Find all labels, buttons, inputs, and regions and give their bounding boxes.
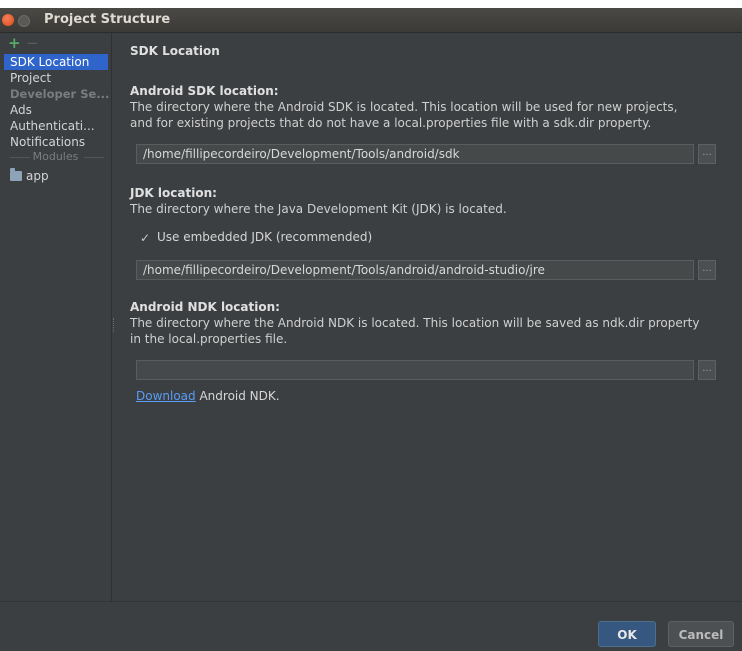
sidebar-item-project[interactable]: Project — [0, 70, 111, 86]
android-sdk-description-line1: The directory where the Android SDK is l… — [130, 100, 678, 114]
android-sdk-description: The directory where the Android SDK is l… — [130, 99, 720, 131]
embedded-jdk-checkbox[interactable]: ✓ — [140, 232, 151, 244]
download-ndk-row: Download Android NDK. — [136, 389, 280, 403]
project-structure-dialog: Project Structure + − SDK Location Proje… — [0, 8, 742, 651]
sidebar: + − SDK Location Project Developer Se...… — [0, 33, 112, 601]
minimize-window-icon[interactable] — [18, 15, 30, 27]
jdk-description: The directory where the Java Development… — [130, 202, 507, 216]
android-sdk-path-field[interactable]: /home/fillipecordeiro/Development/Tools/… — [136, 144, 694, 164]
module-label: app — [26, 169, 49, 183]
jdk-heading: JDK location: — [130, 186, 217, 200]
sidebar-toolbar: + − — [0, 33, 111, 53]
ok-button[interactable]: OK — [598, 621, 656, 647]
android-ndk-description-line2: in the local.properties file. — [130, 332, 288, 346]
embedded-jdk-label: Use embedded JDK (recommended) — [157, 230, 373, 244]
embedded-jdk-checkbox-row[interactable]: ✓ Use embedded JDK (recommended) — [140, 230, 372, 244]
panel-title: SDK Location — [130, 44, 220, 58]
close-window-icon[interactable] — [2, 14, 14, 26]
download-ndk-suffix: Android NDK. — [195, 389, 280, 403]
sdk-location-panel: SDK Location Android SDK location: The d… — [118, 33, 738, 601]
sidebar-item-ads[interactable]: Ads — [0, 102, 111, 118]
android-sdk-heading: Android SDK location: — [130, 84, 279, 98]
sidebar-item-sdk-location[interactable]: SDK Location — [4, 54, 108, 70]
jdk-path-field[interactable]: /home/fillipecordeiro/Development/Tools/… — [136, 260, 694, 280]
jdk-browse-button[interactable]: ... — [698, 260, 716, 280]
sidebar-section-developer-services: Developer Se... — [10, 87, 110, 101]
download-ndk-link[interactable]: Download — [136, 389, 196, 403]
android-ndk-description: The directory where the Android NDK is l… — [130, 315, 720, 347]
cancel-button[interactable]: Cancel — [668, 621, 734, 647]
title-bar: Project Structure — [0, 8, 742, 33]
splitter-handle[interactable] — [113, 318, 116, 332]
sidebar-item-app[interactable]: app — [10, 168, 49, 184]
sidebar-item-notifications[interactable]: Notifications — [0, 134, 111, 150]
window-title: Project Structure — [44, 12, 171, 27]
module-folder-icon — [10, 168, 22, 181]
android-ndk-path-field[interactable] — [136, 360, 694, 380]
android-ndk-browse-button[interactable]: ... — [698, 360, 716, 380]
dialog-button-bar: OK Cancel — [0, 601, 742, 651]
sidebar-item-authentication[interactable]: Authenticati... — [0, 118, 111, 134]
android-ndk-description-line1: The directory where the Android NDK is l… — [130, 316, 700, 330]
android-sdk-description-line2: and for existing projects that do not ha… — [130, 116, 652, 130]
modules-divider: Modules — [0, 150, 111, 164]
android-sdk-browse-button[interactable]: ... — [698, 144, 716, 164]
android-ndk-heading: Android NDK location: — [130, 300, 280, 314]
add-icon[interactable]: + — [8, 33, 21, 53]
modules-label: Modules — [32, 150, 79, 163]
remove-icon[interactable]: − — [26, 33, 39, 53]
